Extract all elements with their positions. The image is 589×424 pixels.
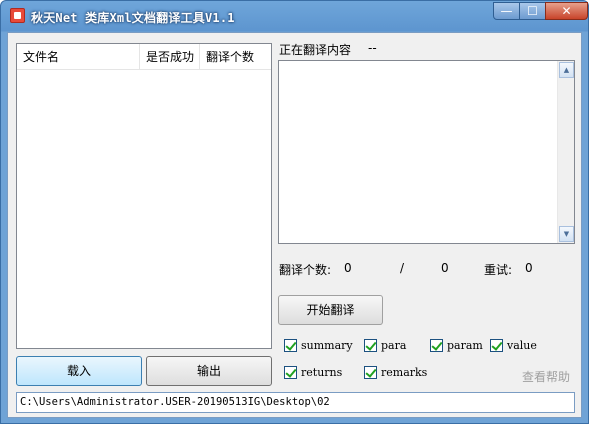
checkbox-checked-icon[interactable] [364, 339, 377, 352]
checkbox-returns-label: returns [301, 366, 343, 379]
checkbox-checked-icon[interactable] [430, 339, 443, 352]
app-icon [10, 8, 25, 23]
client-area: 文件名 是否成功 翻译个数 正在翻译内容 -- ▲ ▼ 翻译个数: 0 / 0 … [7, 32, 582, 418]
file-list-header: 文件名 是否成功 翻译个数 [17, 44, 271, 70]
translation-count-label: 翻译个数: [279, 263, 332, 277]
checkbox-checked-icon[interactable] [490, 339, 503, 352]
translation-content-box[interactable]: ▲ ▼ [278, 60, 575, 244]
scroll-up-arrow-icon[interactable]: ▲ [559, 62, 574, 78]
minimize-button[interactable]: — [493, 2, 520, 20]
current-translation-label: 正在翻译内容 [279, 43, 352, 57]
retry-count-value: 0 [525, 261, 533, 275]
maximize-button[interactable]: ☐ [519, 2, 546, 20]
checkbox-checked-icon[interactable] [284, 366, 297, 379]
maximize-icon: ☐ [527, 4, 538, 18]
path-field[interactable]: C:\Users\Administrator.USER-20190513IG\D… [16, 392, 575, 413]
column-header-count[interactable]: 翻译个数 [199, 44, 271, 70]
column-header-success[interactable]: 是否成功 [139, 44, 199, 70]
checkbox-param-label: param [447, 339, 483, 352]
current-translation-value: -- [368, 41, 377, 55]
view-help-link[interactable]: 查看帮助 [522, 368, 570, 385]
column-header-filename[interactable]: 文件名 [17, 44, 139, 70]
title-bar[interactable]: 秋天Net 类库Xml文档翻译工具V1.1 — ☐ ✕ [1, 1, 588, 32]
window-title: 秋天Net 类库Xml文档翻译工具V1.1 [31, 11, 235, 25]
checkbox-checked-icon[interactable] [364, 366, 377, 379]
count-separator: / [400, 261, 405, 275]
retry-label: 重试: [484, 263, 513, 277]
translated-count-value: 0 [344, 261, 352, 275]
checkbox-value-label: value [507, 339, 537, 352]
minimize-icon: — [500, 4, 513, 18]
checkbox-checked-icon[interactable] [284, 339, 297, 352]
scroll-down-arrow-icon[interactable]: ▼ [559, 226, 574, 242]
start-translation-button[interactable]: 开始翻译 [278, 295, 383, 325]
export-button[interactable]: 输出 [146, 356, 272, 386]
vertical-scrollbar[interactable]: ▲ ▼ [557, 61, 574, 243]
total-count-value: 0 [441, 261, 449, 275]
checkbox-summary-label: summary [301, 339, 353, 352]
load-button[interactable]: 载入 [16, 356, 142, 386]
close-icon: ✕ [561, 4, 572, 18]
close-button[interactable]: ✕ [545, 2, 588, 20]
checkbox-para-label: para [381, 339, 407, 352]
checkbox-remarks-label: remarks [381, 366, 428, 379]
app-window: 秋天Net 类库Xml文档翻译工具V1.1 — ☐ ✕ 文件名 是否成功 翻译个… [0, 0, 589, 424]
file-list[interactable]: 文件名 是否成功 翻译个数 [16, 43, 272, 349]
